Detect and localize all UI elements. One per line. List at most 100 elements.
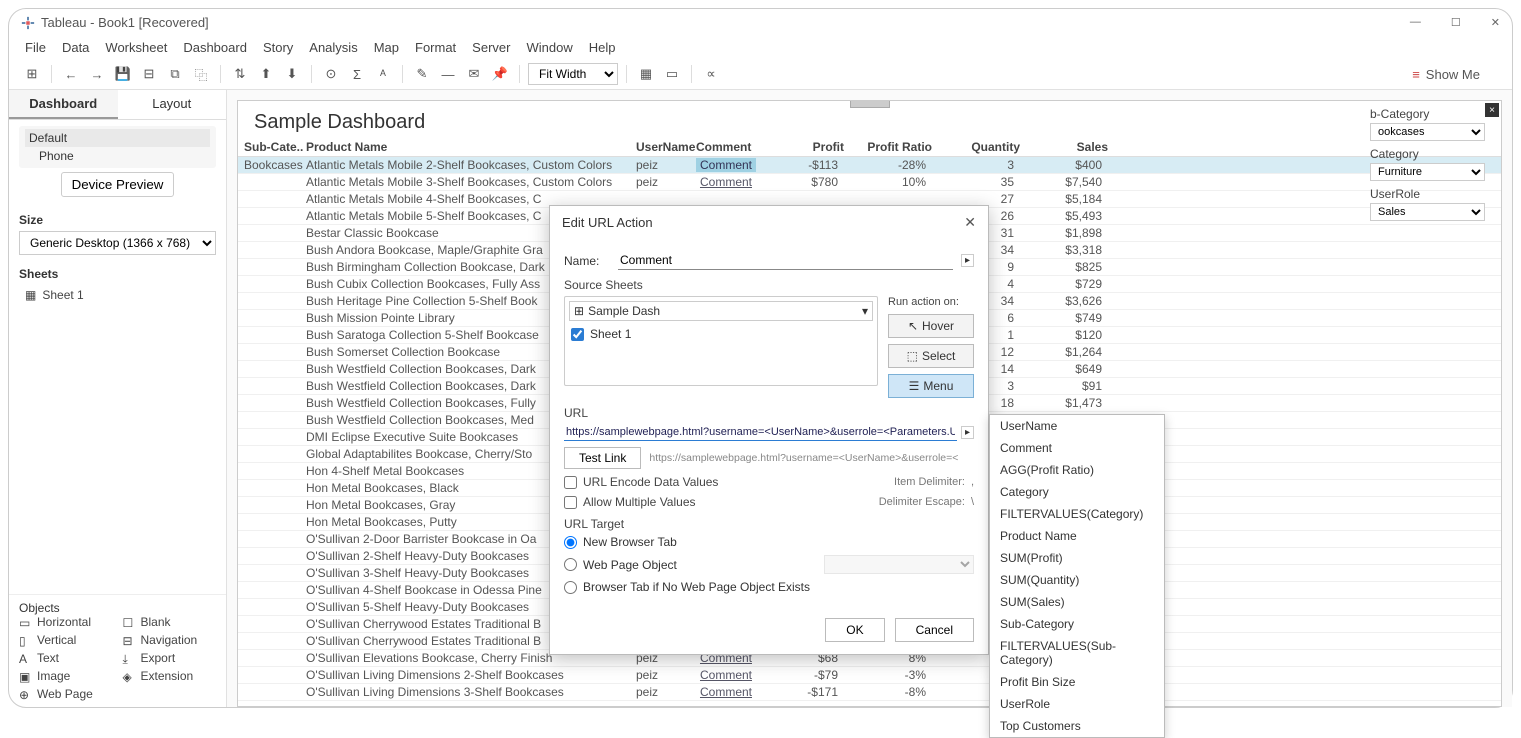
field-menu-item[interactable]: FILTERVALUES(Sub-Category) xyxy=(990,635,1164,671)
menu-file[interactable]: File xyxy=(25,40,46,55)
table-row[interactable]: O'Sullivan Living Dimensions 2-Shelf Boo… xyxy=(238,667,1501,684)
object-blank[interactable]: ☐Blank xyxy=(123,615,217,629)
menu-dashboard[interactable]: Dashboard xyxy=(183,40,247,55)
forward-icon[interactable]: → xyxy=(86,63,108,85)
comment-link[interactable]: Comment xyxy=(696,685,756,699)
url-encode-checkbox[interactable] xyxy=(564,476,577,489)
share-icon[interactable]: ∝ xyxy=(700,63,722,85)
filter-subcat-dropdown[interactable]: ookcases xyxy=(1370,123,1485,141)
device-phone[interactable]: Phone xyxy=(25,147,210,165)
menu-window[interactable]: Window xyxy=(526,40,572,55)
source-sheet-checkbox[interactable]: Sheet 1 xyxy=(569,325,873,343)
object-horizontal[interactable]: ▭Horizontal xyxy=(19,615,113,629)
show-me-button[interactable]: ≡ Show Me xyxy=(1412,67,1500,82)
table-row[interactable]: Atlantic Metals Mobile 3-Shelf Bookcases… xyxy=(238,174,1501,191)
tab-dashboard[interactable]: Dashboard xyxy=(9,90,118,119)
table-row[interactable]: BookcasesAtlantic Metals Mobile 2-Shelf … xyxy=(238,157,1501,174)
object-navigation[interactable]: ⊟Navigation xyxy=(123,633,217,647)
comment-link[interactable]: Comment xyxy=(696,668,756,682)
menu-data[interactable]: Data xyxy=(62,40,89,55)
field-menu-item[interactable]: UserName xyxy=(990,415,1164,437)
url-input[interactable] xyxy=(564,424,957,441)
menu-server[interactable]: Server xyxy=(472,40,510,55)
run-hover-button[interactable]: ↖Hover xyxy=(888,314,974,338)
table-row[interactable]: O'Sullivan Living Dimensions 3-Shelf Boo… xyxy=(238,684,1501,701)
device-preview-button[interactable]: Device Preview xyxy=(61,172,175,197)
device-default[interactable]: Default xyxy=(25,129,210,147)
pin-icon[interactable]: 📌 xyxy=(489,63,511,85)
comment-link[interactable] xyxy=(696,192,756,206)
target-new-tab-radio[interactable]: New Browser Tab xyxy=(564,535,974,549)
field-menu-item[interactable]: FILTERVALUES(Category) xyxy=(990,503,1164,525)
highlight-icon[interactable]: ✎ xyxy=(411,63,433,85)
save-icon[interactable]: 💾 xyxy=(112,63,134,85)
comment-link[interactable]: Comment xyxy=(696,158,756,172)
lines-icon[interactable]: — xyxy=(437,63,459,85)
grab-handle-icon[interactable] xyxy=(850,100,890,108)
totals-icon[interactable]: Σ xyxy=(346,63,368,85)
action-name-input[interactable] xyxy=(618,251,953,270)
dialog-close-icon[interactable]: ✕ xyxy=(964,214,976,231)
column-header[interactable]: Profit xyxy=(756,140,844,154)
field-menu-item[interactable]: Top Customers xyxy=(990,715,1164,737)
menu-analysis[interactable]: Analysis xyxy=(309,40,357,55)
fit-dropdown[interactable]: Fit Width xyxy=(528,63,618,85)
sort-desc-icon[interactable]: ⬇ xyxy=(281,63,303,85)
target-fallback-radio[interactable]: Browser Tab if No Web Page Object Exists xyxy=(564,580,974,594)
ok-button[interactable]: OK xyxy=(825,618,884,642)
duplicate-icon[interactable]: ⿻ xyxy=(190,63,212,85)
object-extension[interactable]: ◈Extension xyxy=(123,669,217,683)
close-window-icon[interactable]: ✕ xyxy=(1491,16,1500,29)
field-menu-item[interactable]: AGG(Profit Ratio) xyxy=(990,459,1164,481)
field-menu-item[interactable]: Profit Bin Size xyxy=(990,671,1164,693)
allow-multiple-checkbox[interactable] xyxy=(564,496,577,509)
field-menu-item[interactable]: UserRole xyxy=(990,693,1164,715)
run-menu-button[interactable]: ☰Menu xyxy=(888,374,974,398)
source-workbook-dropdown[interactable]: ⊞ Sample Dash ▾ xyxy=(569,301,873,321)
cancel-button[interactable]: Cancel xyxy=(895,618,974,642)
minimize-icon[interactable]: — xyxy=(1410,16,1421,29)
maximize-icon[interactable]: ☐ xyxy=(1451,16,1461,29)
presentation-icon[interactable]: ▭ xyxy=(661,63,683,85)
object-image[interactable]: ▣Image xyxy=(19,669,113,683)
url-field-arrow-icon[interactable]: ▸ xyxy=(961,426,974,439)
new-data-icon[interactable]: ⊟ xyxy=(138,63,160,85)
column-header[interactable]: UserName xyxy=(636,140,696,154)
menu-map[interactable]: Map xyxy=(374,40,399,55)
column-header[interactable]: Profit Ratio xyxy=(844,140,932,154)
logo-icon[interactable]: ⊞ xyxy=(21,63,43,85)
menu-help[interactable]: Help xyxy=(589,40,616,55)
sort-asc-icon[interactable]: ⬆ xyxy=(255,63,277,85)
group-icon[interactable]: ⊙ xyxy=(320,63,342,85)
field-menu-item[interactable]: Sub-Category xyxy=(990,613,1164,635)
menu-worksheet[interactable]: Worksheet xyxy=(105,40,167,55)
swap-icon[interactable]: ⇅ xyxy=(229,63,251,85)
column-header[interactable]: Quantity xyxy=(932,140,1020,154)
column-header[interactable]: Comment xyxy=(696,140,756,154)
card-close-icon[interactable]: × xyxy=(1485,103,1499,117)
target-webpage-radio[interactable]: Web Page Object xyxy=(564,555,974,574)
field-menu-item[interactable]: Comment xyxy=(990,437,1164,459)
field-menu-item[interactable]: SUM(Sales) xyxy=(990,591,1164,613)
object-web-page[interactable]: ⊕Web Page xyxy=(19,687,113,701)
field-menu-item[interactable]: Product Name xyxy=(990,525,1164,547)
test-link-button[interactable]: Test Link xyxy=(564,447,641,469)
filter-category-dropdown[interactable]: Furniture xyxy=(1370,163,1485,181)
menu-story[interactable]: Story xyxy=(263,40,293,55)
column-header[interactable]: Sub-Cate.. xyxy=(244,140,306,154)
comment-link[interactable]: Comment xyxy=(696,175,756,189)
back-icon[interactable]: ← xyxy=(60,63,82,85)
tooltip-icon[interactable]: ✉ xyxy=(463,63,485,85)
menu-format[interactable]: Format xyxy=(415,40,456,55)
object-vertical[interactable]: ▯Vertical xyxy=(19,633,113,647)
new-sheet-icon[interactable]: ⧉ xyxy=(164,63,186,85)
run-select-button[interactable]: ⬚Select xyxy=(888,344,974,368)
size-dropdown[interactable]: Generic Desktop (1366 x 768) xyxy=(19,231,216,255)
object-text[interactable]: AText xyxy=(19,651,113,665)
tab-layout[interactable]: Layout xyxy=(118,90,227,119)
column-header[interactable]: Sales xyxy=(1020,140,1108,154)
abc-icon[interactable]: ᴬ xyxy=(372,63,394,85)
field-menu-item[interactable]: Category xyxy=(990,481,1164,503)
name-arrow-icon[interactable]: ▸ xyxy=(961,254,974,267)
show-cards-icon[interactable]: ▦ xyxy=(635,63,657,85)
